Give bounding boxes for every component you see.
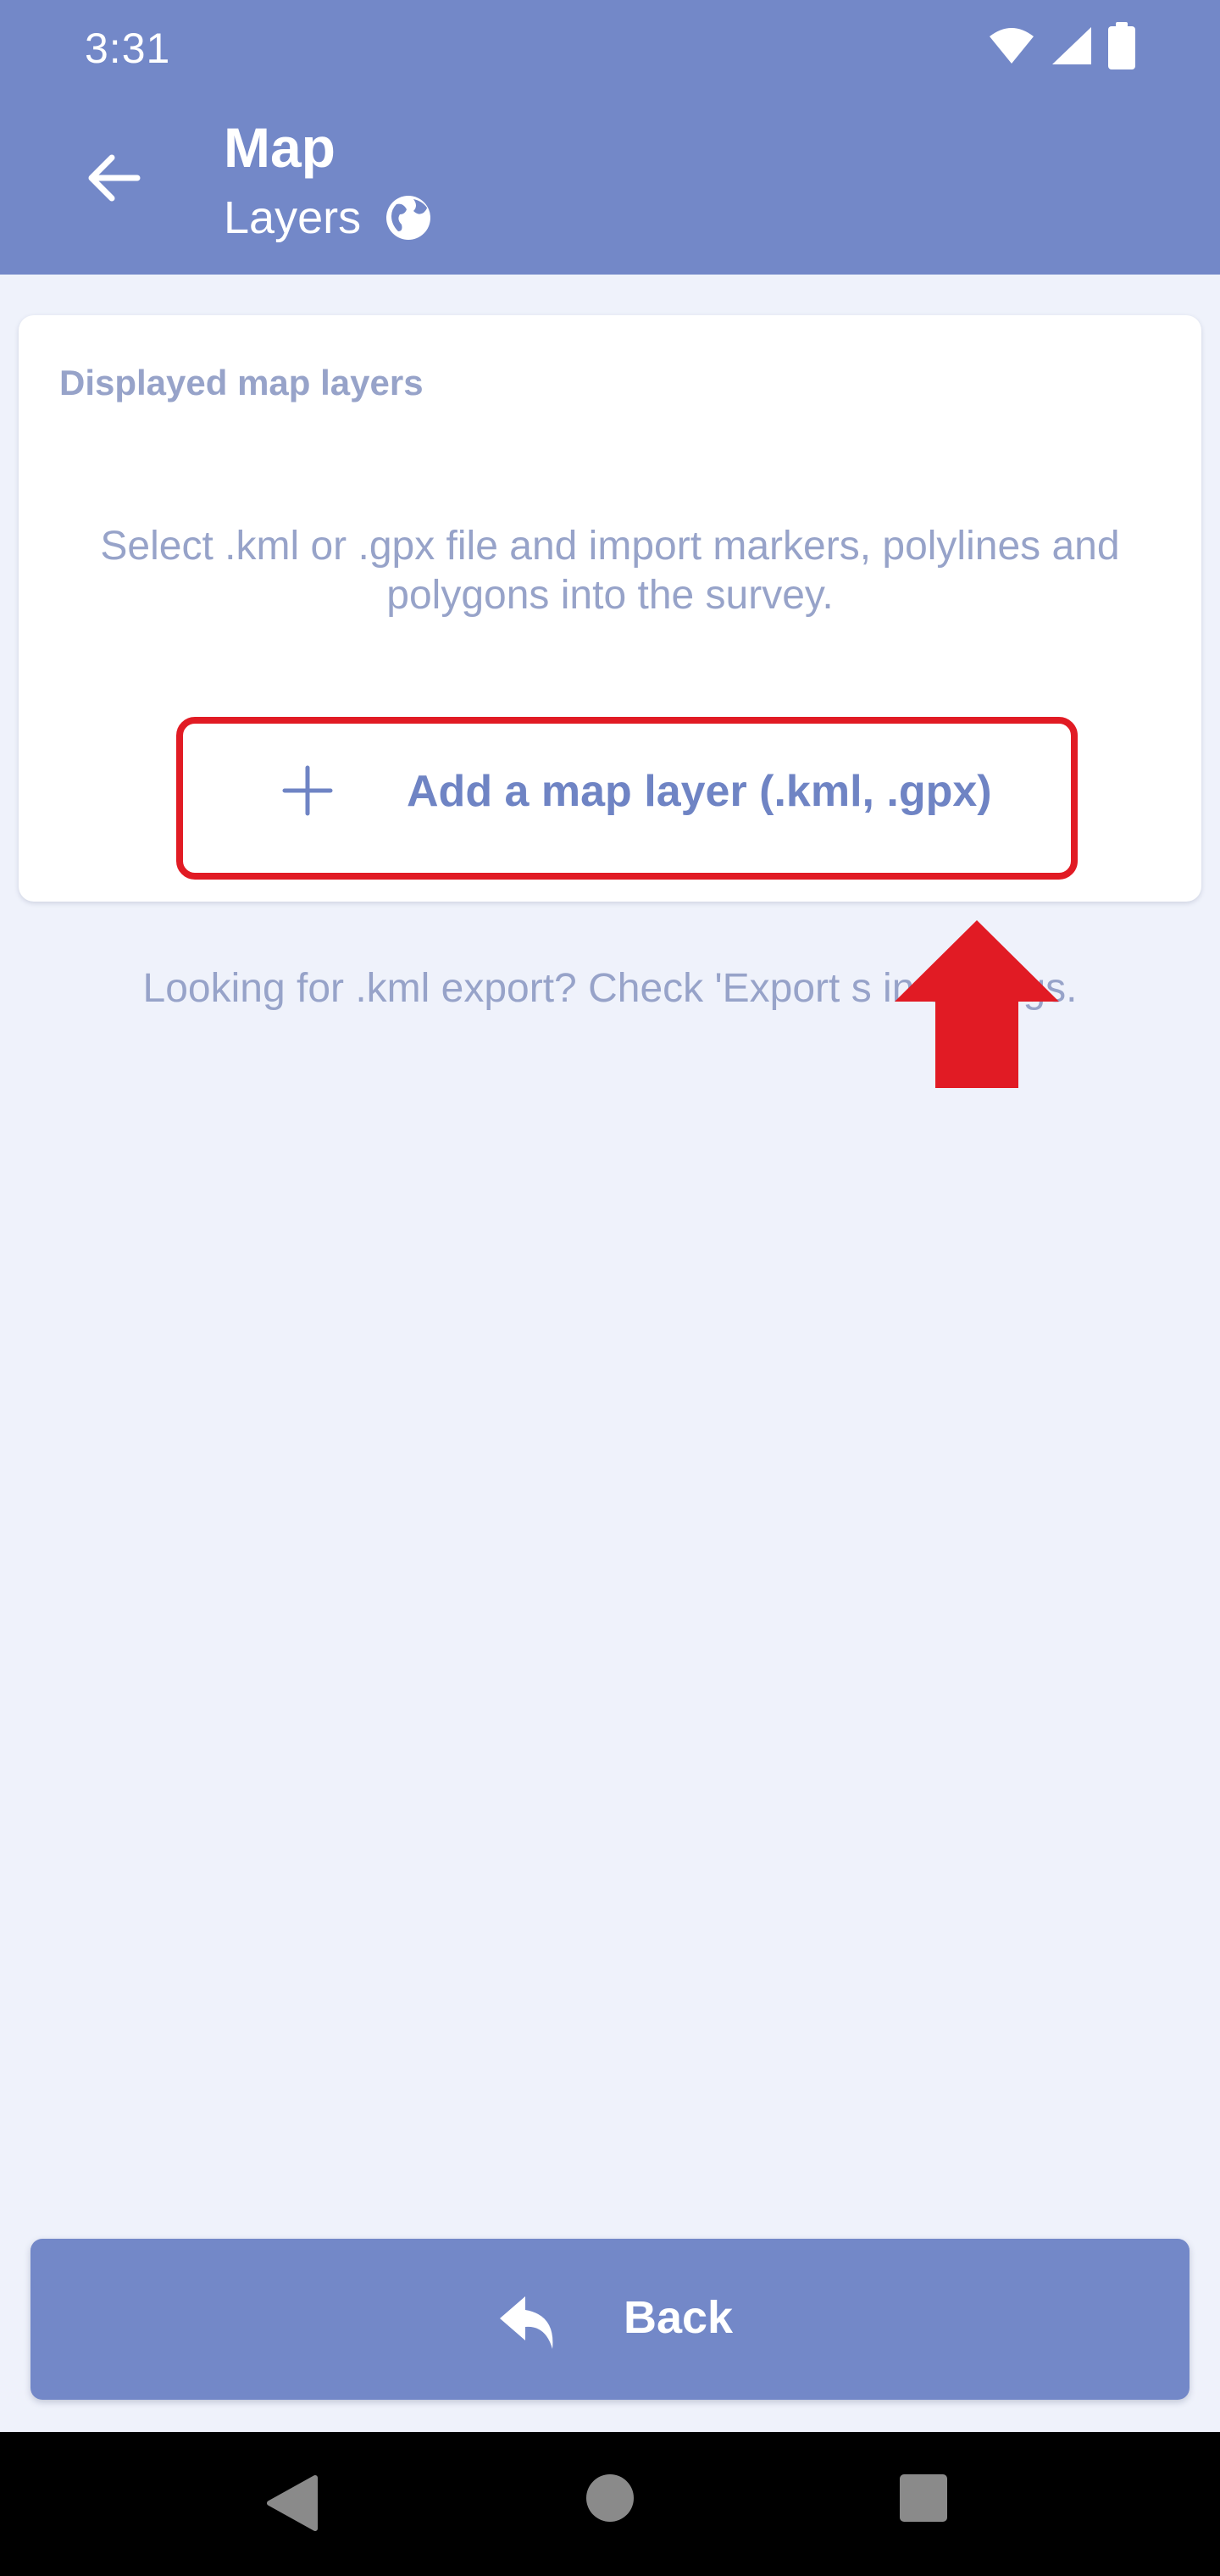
back-button[interactable]: Back — [30, 2239, 1190, 2400]
card-title: Displayed map layers — [59, 363, 424, 402]
map-layers-card: Displayed map layers Select .kml or .gpx… — [19, 315, 1201, 902]
arrow-left-icon[interactable] — [81, 146, 146, 210]
reply-icon — [500, 2296, 553, 2349]
status-time: 3:31 — [85, 25, 171, 72]
system-nav-bar — [0, 2432, 1220, 2576]
plus-icon — [282, 765, 333, 816]
battery-icon — [1108, 22, 1135, 69]
screen: 3:31 Map Layers Displayed map layers Sel… — [0, 0, 1220, 2576]
add-layer-label: Add a map layer (.kml, .gpx) — [407, 767, 992, 816]
app-header: 3:31 Map Layers — [0, 0, 1220, 275]
wifi-icon — [990, 28, 1034, 64]
card-description: Select .kml or .gpx file and import mark… — [100, 524, 1120, 618]
status-icons — [988, 22, 1135, 69]
nav-back-icon[interactable] — [263, 2473, 322, 2534]
page-subtitle-row: Layers — [224, 192, 432, 244]
page-title: Map — [224, 116, 336, 179]
signal-icon — [1052, 27, 1091, 64]
nav-recents-icon[interactable] — [898, 2473, 949, 2523]
add-layer-button[interactable]: Add a map layer (.kml, .gpx) — [180, 719, 1086, 888]
annotation-arrow-icon — [895, 920, 1059, 1088]
globe-icon — [386, 196, 431, 240]
back-button-label: Back — [624, 2292, 734, 2343]
nav-home-icon[interactable] — [585, 2473, 635, 2523]
page-subtitle: Layers — [224, 192, 362, 243]
